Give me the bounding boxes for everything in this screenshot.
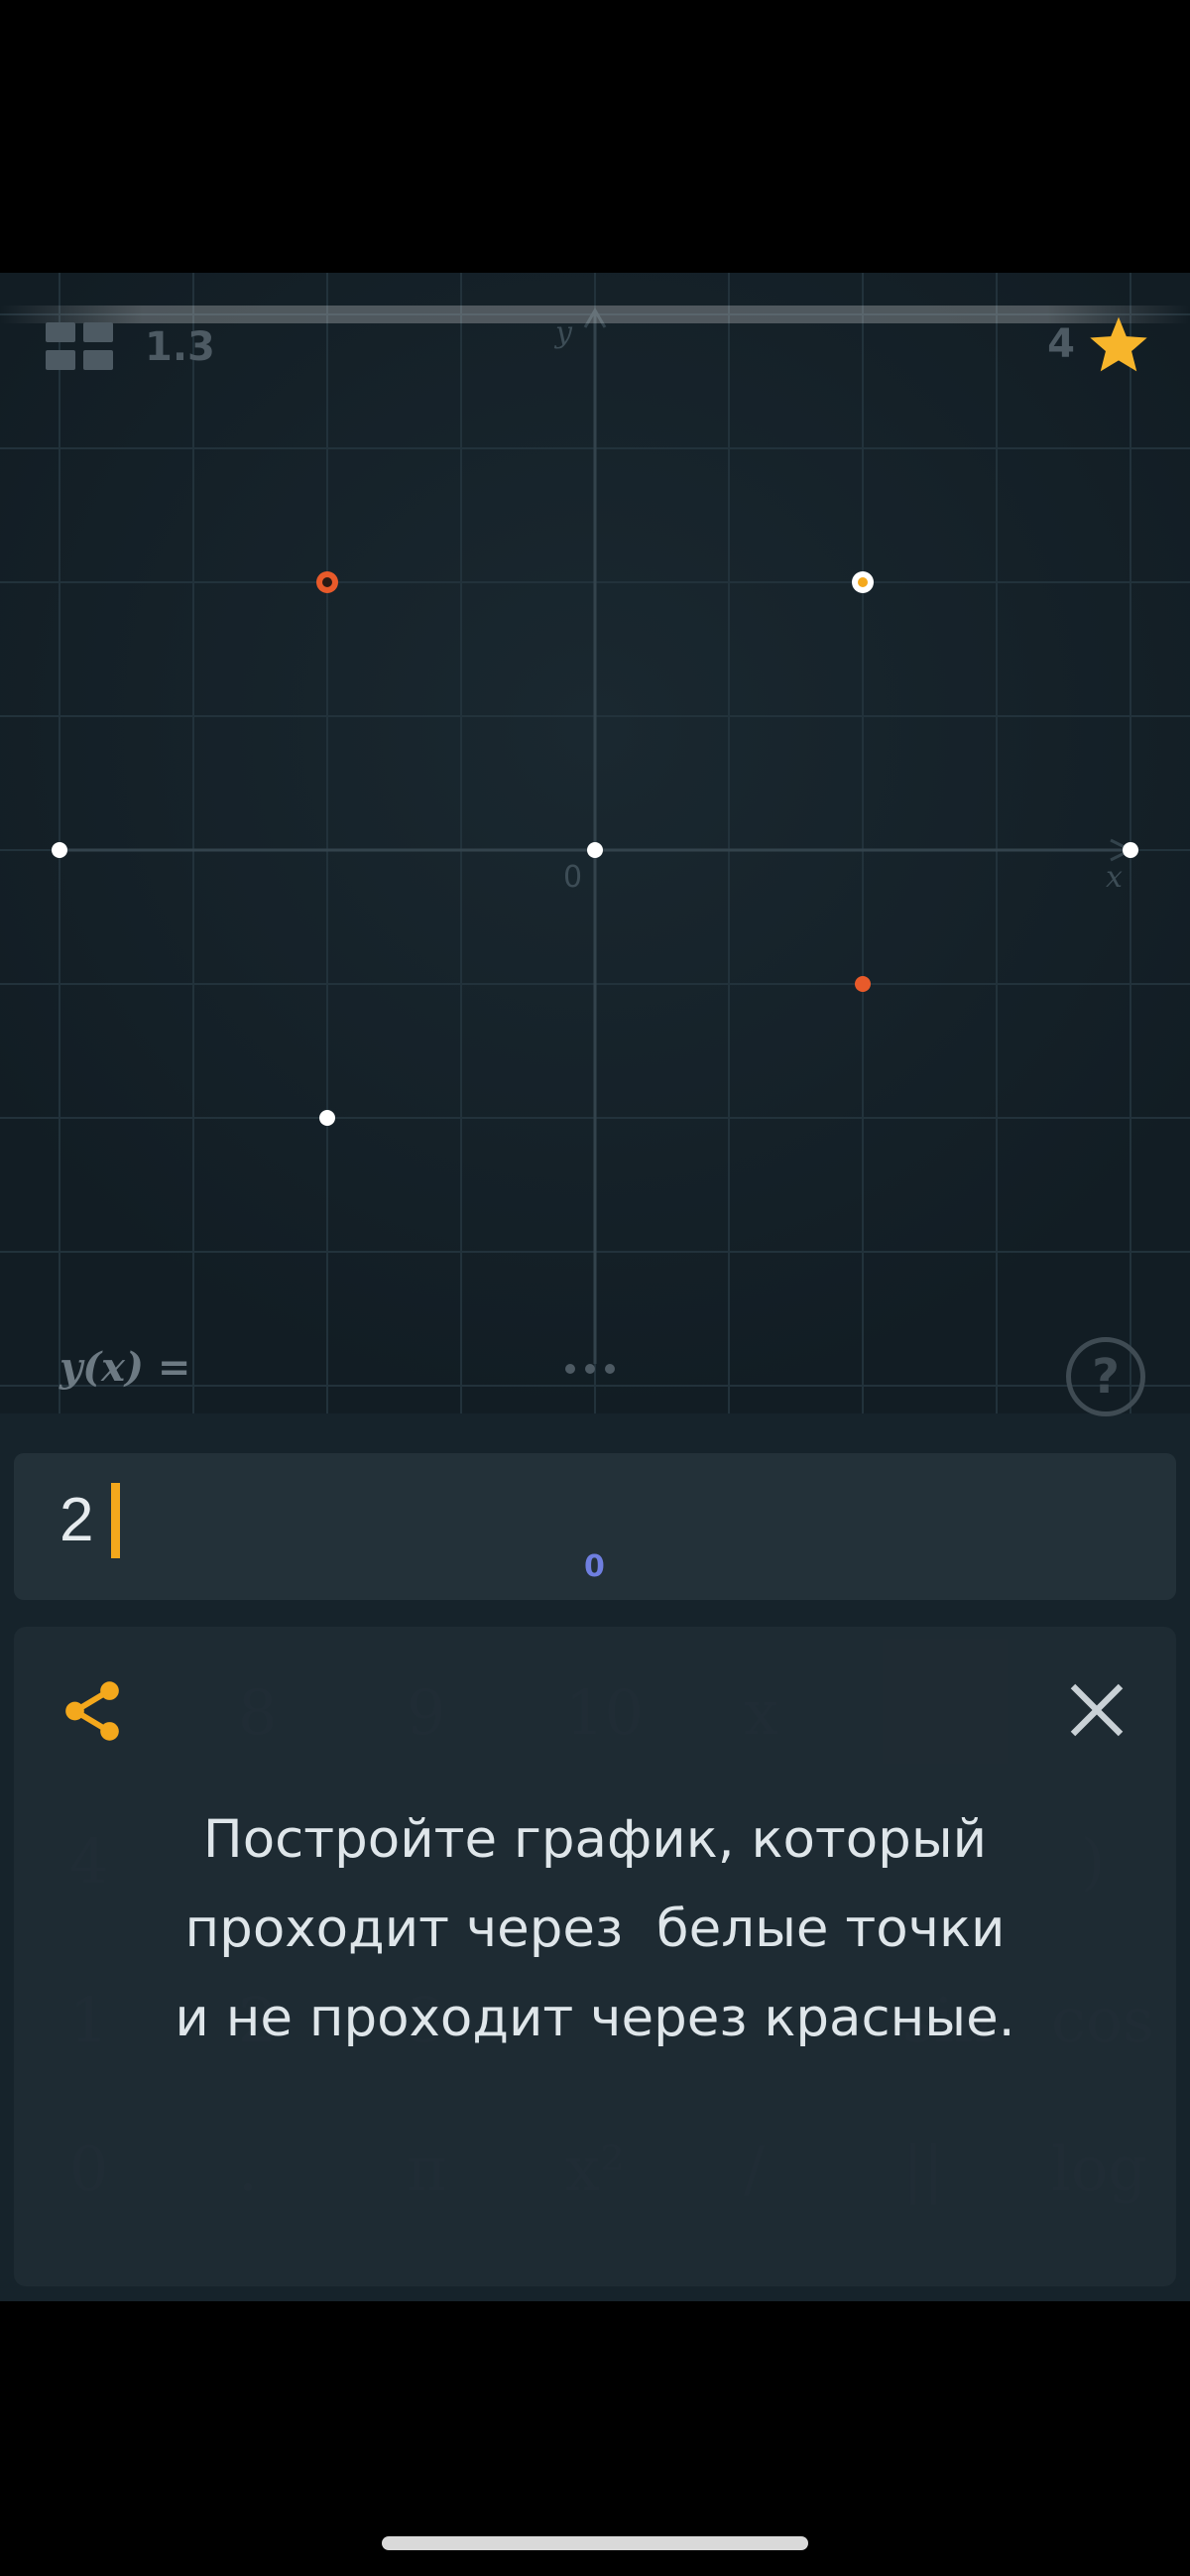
origin-label: 0 [563,860,582,895]
function-label: y(x) = [60,1344,191,1391]
levels-grid-icon[interactable] [46,322,115,372]
level-number: 1.3 [145,324,215,370]
white-point [319,1110,335,1126]
function-input[interactable]: 2 0 [14,1453,1176,1600]
hit-red-point-core [322,577,332,587]
home-indicator[interactable] [382,2536,808,2550]
help-button[interactable]: ? [1066,1337,1145,1416]
share-icon[interactable] [58,1676,127,1746]
red-point [855,976,871,992]
task-line-3: и не проходит через красные. [175,1988,1015,2048]
task-panel: Постройте график, который проходит через… [14,1627,1176,2286]
task-line-2: проходит через белые точки [184,1899,1006,1959]
star-icon [1090,316,1147,372]
hit-white-point-core [858,577,868,587]
input-hint: 0 [584,1549,605,1584]
white-point [1123,842,1138,858]
x-axis-label: x [1106,860,1123,895]
close-icon[interactable] [1065,1678,1129,1742]
star-counter: 4 [1047,314,1150,374]
white-point [587,842,603,858]
task-message: Постройте график, который проходит через… [73,1795,1117,2063]
graph-plane[interactable]: xy0 [0,273,1190,1413]
task-line-1: Постройте график, который [202,1809,988,1870]
star-count: 4 [1047,321,1075,367]
game-screen: xy0 1.3 4 y(x) = ? 2 0 8910x4)123sincos0… [0,273,1190,2301]
white-point [52,842,67,858]
more-options-icon[interactable] [565,1364,615,1374]
text-caret [111,1483,120,1558]
function-input-value[interactable]: 2 [60,1485,93,1555]
